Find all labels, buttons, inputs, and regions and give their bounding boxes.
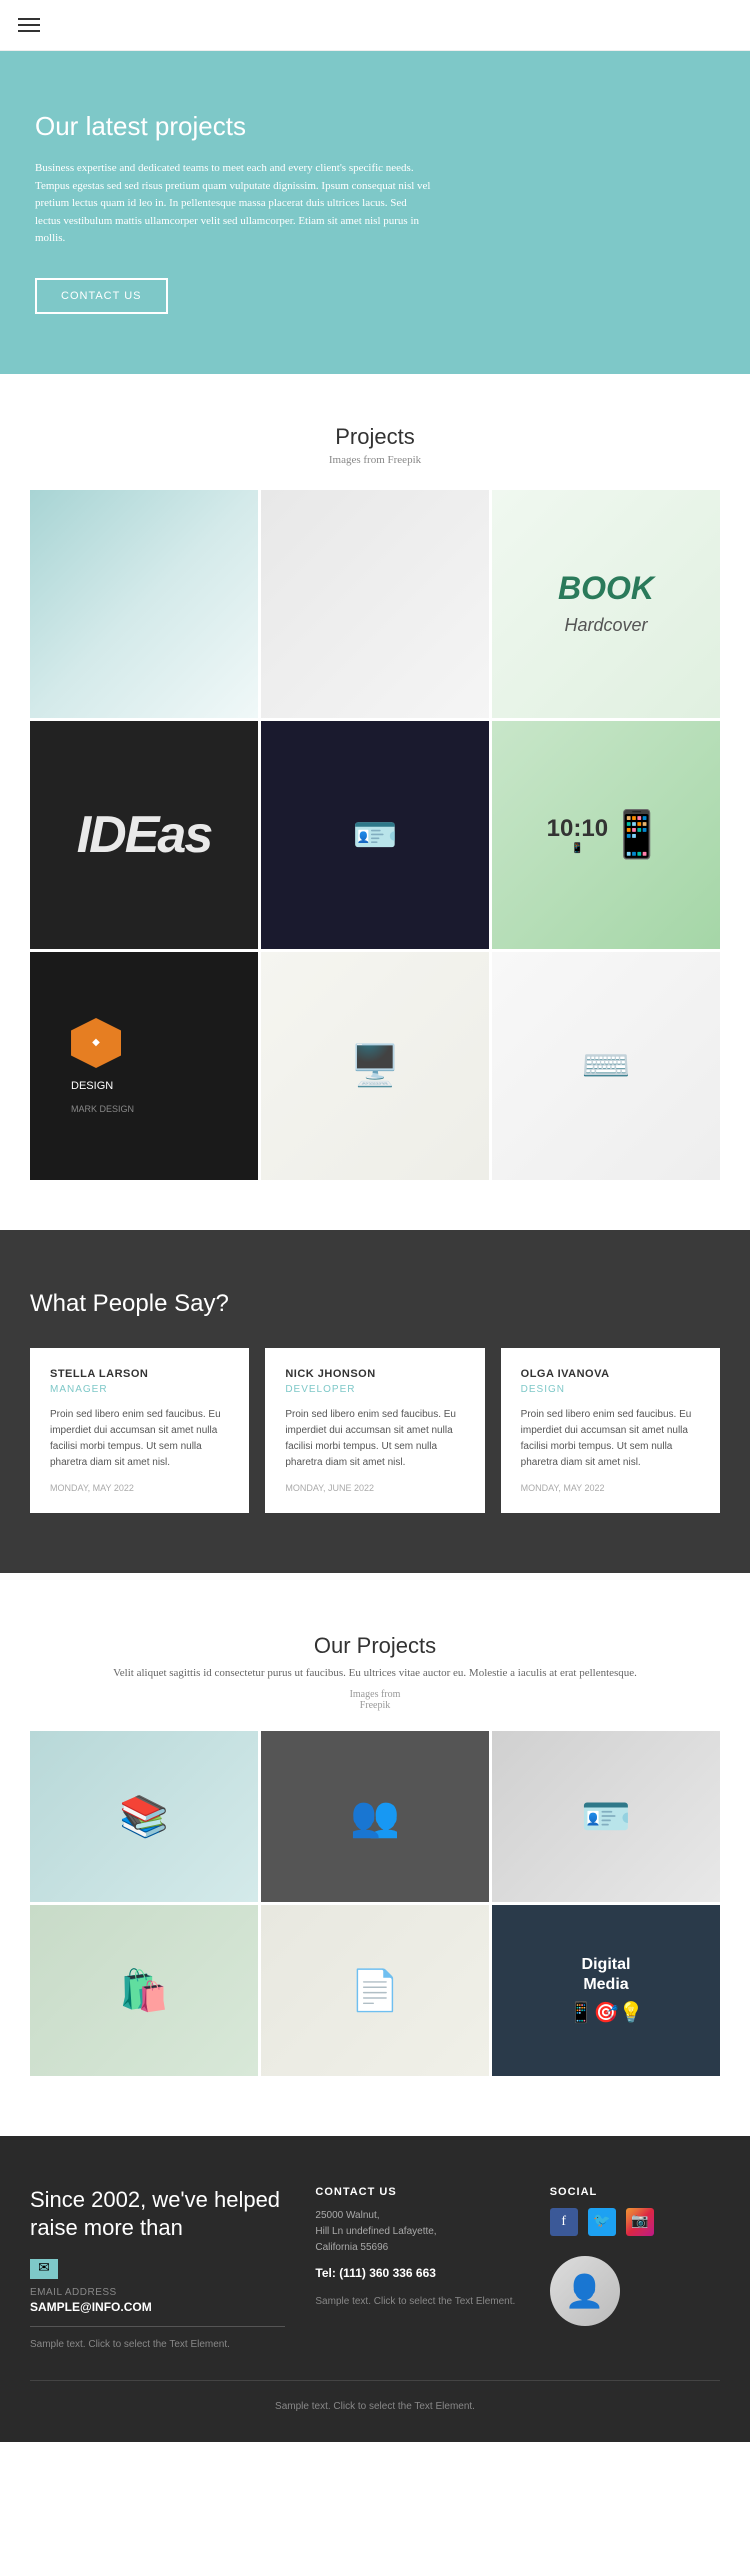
our-projects-description: Velit aliquet sagittis id consectetur pu…	[30, 1665, 720, 1683]
project-image-phone[interactable]: 10:10 📱	[492, 721, 720, 949]
testimonial-date-3: MONDAY, MAY 2022	[521, 1483, 700, 1493]
testimonials-title: What People Say?	[30, 1290, 720, 1318]
hero-section: Our latest projects Business expertise a…	[0, 51, 750, 374]
testimonial-role-1: MANAGER	[50, 1384, 229, 1395]
project-image-book-hardcover[interactable]: BOOKHardcover	[492, 490, 720, 718]
project-image-ideas[interactable]: IDEas	[30, 721, 258, 949]
projects-subtitle: Images from Freepik	[30, 454, 720, 466]
our-project-paper[interactable]	[261, 1905, 489, 2076]
facebook-icon[interactable]: f	[550, 2208, 578, 2236]
testimonials-section: What People Say? STELLA LARSON MANAGER P…	[0, 1230, 750, 1573]
our-projects-section: Our Projects Velit aliquet sagittis id c…	[0, 1573, 750, 2136]
project-image-books[interactable]	[30, 490, 258, 718]
top-navigation	[0, 0, 750, 51]
footer-contact-title: CONTACT US	[315, 2186, 519, 2198]
testimonial-date-2: MONDAY, JUNE 2022	[285, 1483, 464, 1493]
footer-email-label: EMAIL ADDRESS	[30, 2287, 285, 2298]
footer-grid: Since 2002, we've helped raise more than…	[30, 2186, 720, 2350]
tel-label: Tel:	[315, 2266, 335, 2280]
projects-title: Projects	[30, 424, 720, 450]
testimonial-role-2: DEVELOPER	[285, 1384, 464, 1395]
testimonial-text-2: Proin sed libero enim sed faucibus. Eu i…	[285, 1407, 464, 1471]
testimonial-text-3: Proin sed libero enim sed faucibus. Eu i…	[521, 1407, 700, 1471]
testimonial-name-2: NICK JHONSON	[285, 1368, 464, 1380]
our-project-bags[interactable]	[30, 1905, 258, 2076]
hero-description: Business expertise and dedicated teams t…	[35, 160, 435, 248]
footer-section: Since 2002, we've helped raise more than…	[0, 2136, 750, 2442]
our-project-bc3[interactable]	[492, 1731, 720, 1902]
hero-title: Our latest projects	[35, 111, 715, 142]
testimonial-card-3: OLGA IVANOVA DESIGN Proin sed libero eni…	[501, 1348, 720, 1513]
testimonial-card-2: NICK JHONSON DEVELOPER Proin sed libero …	[265, 1348, 484, 1513]
testimonial-name-1: STELLA LARSON	[50, 1368, 229, 1380]
testimonial-date-1: MONDAY, MAY 2022	[50, 1483, 229, 1493]
testimonial-name-3: OLGA IVANOVA	[521, 1368, 700, 1380]
footer-col-3: SOCIAL f 🐦 📷 👤	[550, 2186, 720, 2350]
footer-bottom-text: Sample text. Click to select the Text El…	[30, 2380, 720, 2412]
testimonial-card-1: STELLA LARSON MANAGER Proin sed libero e…	[30, 1348, 249, 1513]
footer-sample-text-2: Sample text. Click to select the Text El…	[315, 2296, 519, 2307]
hexagon-icon: ◆	[71, 1018, 121, 1068]
footer-sample-text-1: Sample text. Click to select the Text El…	[30, 2339, 285, 2350]
contact-us-button[interactable]: CONTACT US	[35, 278, 168, 314]
project-image-bc2[interactable]	[261, 721, 489, 949]
footer-address: 25000 Walnut,Hill Ln undefined Lafayette…	[315, 2208, 519, 2256]
ideas-label: IDEas	[77, 805, 212, 865]
footer-col-2: CONTACT US 25000 Walnut,Hill Ln undefine…	[315, 2186, 519, 2350]
tel-number[interactable]: (111) 360 336 663	[339, 2266, 436, 2280]
our-projects-images-from: Images fromFreepik	[30, 1689, 720, 1711]
testimonial-text-1: Proin sed libero enim sed faucibus. Eu i…	[50, 1407, 229, 1471]
instagram-icon[interactable]: 📷	[626, 2208, 654, 2236]
our-projects-title: Our Projects	[30, 1633, 720, 1659]
project-image-keyboard[interactable]	[492, 952, 720, 1180]
our-project-digital[interactable]: DigitalMedia 📱🎯💡	[492, 1905, 720, 2076]
our-project-team[interactable]	[261, 1731, 489, 1902]
social-title: SOCIAL	[550, 2186, 720, 2198]
digital-media-label: DigitalMedia	[569, 1955, 644, 1993]
testimonials-grid: STELLA LARSON MANAGER Proin sed libero e…	[30, 1348, 720, 1513]
email-icon: ✉	[30, 2259, 58, 2279]
hamburger-menu[interactable]	[0, 0, 750, 50]
projects-grid: BOOKHardcover IDEas 10:10 📱 ◆ DESIGN	[30, 490, 720, 1180]
footer-tagline: Since 2002, we've helped raise more than	[30, 2186, 285, 2243]
our-project-books[interactable]	[30, 1731, 258, 1902]
project-image-design-card[interactable]: ◆ DESIGN MARK DESIGN	[30, 952, 258, 1180]
project-image-workspace[interactable]	[261, 952, 489, 1180]
avatar: 👤	[550, 2256, 620, 2326]
footer-email[interactable]: SAMPLE@INFO.COM	[30, 2300, 285, 2314]
footer-col-1: Since 2002, we've helped raise more than…	[30, 2186, 285, 2350]
our-projects-grid: DigitalMedia 📱🎯💡	[30, 1731, 720, 2076]
twitter-icon[interactable]: 🐦	[588, 2208, 616, 2236]
social-icons: f 🐦 📷	[550, 2208, 720, 2236]
project-image-business-card[interactable]	[261, 490, 489, 718]
testimonial-role-3: DESIGN	[521, 1384, 700, 1395]
footer-tel: Tel: (111) 360 336 663	[315, 2266, 519, 2280]
projects-section: Projects Images from Freepik BOOKHardcov…	[0, 374, 750, 1230]
